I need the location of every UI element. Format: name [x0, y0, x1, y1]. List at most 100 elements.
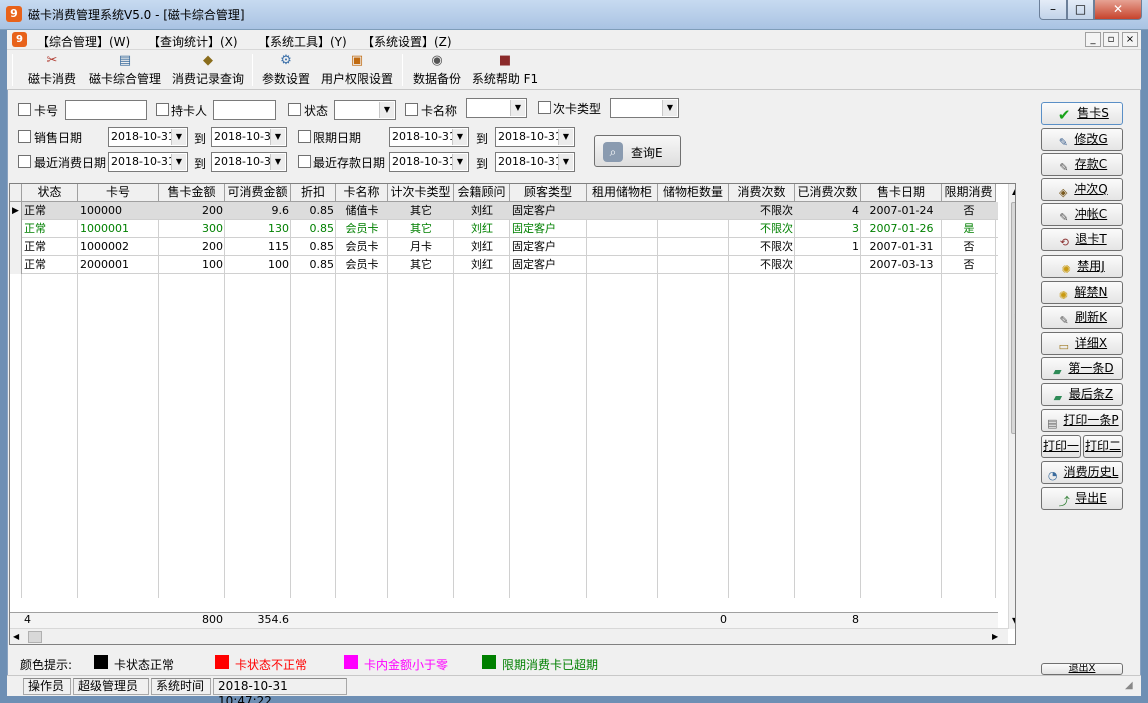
status-checkbox[interactable]	[288, 103, 301, 116]
side-button-deposit-2[interactable]: ✎ 存款C	[1041, 153, 1123, 176]
menu-general[interactable]: 【综合管理】(W)	[37, 33, 130, 50]
side-button-edit-1[interactable]: ✎ 修改G	[1041, 128, 1123, 151]
current-row-arrow-icon[interactable]: ▶	[10, 202, 22, 220]
row-indicator[interactable]	[10, 256, 22, 274]
column-header[interactable]: 可消费金额	[225, 184, 291, 202]
side-button-last-11[interactable]: ▰ 最后条Z	[1041, 383, 1123, 406]
column-header[interactable]: 计次卡类型	[388, 184, 454, 202]
column-header[interactable]: 折扣	[291, 184, 336, 202]
mdi-restore-button[interactable]: ▫	[1103, 32, 1119, 47]
column-header[interactable]: 卡名称	[336, 184, 388, 202]
side-button-check-0[interactable]: ✔ 售卡S	[1041, 102, 1123, 125]
toolbar-help-button[interactable]: ■ 系统帮助 F1	[469, 50, 541, 90]
close-window-button[interactable]: ✕	[1094, 0, 1142, 20]
last-deposit-date-from[interactable]: 2018-10-31 ▼	[389, 152, 469, 172]
menu-system-tools[interactable]: 【系统工具】(Y)	[258, 33, 347, 50]
legend-label: 卡状态不正常	[235, 658, 308, 672]
last-consume-date-to[interactable]: 2018-10-31 ▼	[211, 152, 287, 172]
toolbar-settings-button[interactable]: ⚙ 参数设置	[258, 50, 314, 90]
side-button-refresh-8[interactable]: ✎ 刷新K	[1041, 306, 1123, 329]
toolbar-card-consume-button[interactable]: ✂ 磁卡消费	[23, 50, 81, 90]
toolbar-card-manage-button[interactable]: ▤ 磁卡综合管理	[85, 50, 165, 90]
side-button-first-10[interactable]: ▰ 第一条D	[1041, 357, 1123, 380]
column-header[interactable]: 状态	[22, 184, 78, 202]
side-button-export-16[interactable]: ⤴ 导出E	[1041, 487, 1123, 510]
side-button-history-15[interactable]: ◔ 消费历史L	[1041, 461, 1123, 484]
column-header[interactable]: 卡号	[78, 184, 159, 202]
scroll-thumb[interactable]	[28, 631, 42, 643]
side-button-detail-9[interactable]: ▭ 详细X	[1041, 332, 1123, 355]
window-title: 磁卡消费管理系统V5.0 - [磁卡综合管理]	[28, 8, 245, 22]
side-button-label: 导出E	[1075, 491, 1107, 505]
row-indicator[interactable]	[10, 238, 22, 256]
count-card-type-checkbox[interactable]	[538, 101, 551, 114]
table-cell: 不限次	[760, 240, 793, 253]
sale-date-checkbox[interactable]	[18, 130, 31, 143]
resize-grip-icon[interactable]: ◢	[1125, 680, 1133, 691]
side-button-refund-5[interactable]: ⟲ 退卡T	[1041, 228, 1123, 251]
mdi-minimize-button[interactable]: _	[1085, 32, 1101, 47]
side-button-printer-12[interactable]: ▤ 打印一条P	[1041, 409, 1123, 432]
side-button-lightbulb-6[interactable]: ✺ 禁用J	[1041, 255, 1123, 278]
toolbar-record-query-button[interactable]: ◆ 消费记录查询	[169, 50, 247, 90]
card-name-checkbox[interactable]	[405, 103, 418, 116]
refund-icon: ⟲	[1059, 236, 1069, 249]
title-bar[interactable]: 9 磁卡消费管理系统V5.0 - [磁卡综合管理] – □ ✕	[0, 0, 1148, 30]
column-header[interactable]: 顾客类型	[510, 184, 587, 202]
last-deposit-date-to[interactable]: 2018-10-31 ▼	[495, 152, 575, 172]
menu-system-settings[interactable]: 【系统设置】(Z)	[362, 33, 452, 50]
row-indicator[interactable]	[10, 220, 22, 238]
column-header[interactable]: 售卡日期	[861, 184, 942, 202]
scroll-right-icon[interactable]: ▶	[992, 632, 998, 641]
count-card-type-select[interactable]: ▼	[610, 98, 679, 118]
side-button-print-13[interactable]: 打印一	[1041, 435, 1081, 458]
date-value: 2018-10-31	[392, 155, 456, 168]
card-no-input[interactable]	[65, 100, 147, 120]
mdi-close-button[interactable]: ×	[1122, 32, 1138, 47]
record-query-icon: ◆	[203, 53, 213, 68]
column-header[interactable]: 会籍顾问	[454, 184, 510, 202]
expire-date-checkbox[interactable]	[298, 130, 311, 143]
side-button-exit-17[interactable]: 退出X	[1041, 663, 1123, 675]
table-cell: 会员卡	[345, 222, 379, 235]
table-cell: 刘红	[471, 222, 493, 235]
column-header[interactable]: 储物柜数量	[658, 184, 729, 202]
card-no-checkbox[interactable]	[18, 103, 31, 116]
sale-date-to[interactable]: 2018-10-31 ▼	[211, 127, 287, 147]
card-table[interactable]: 状态 卡号 售卡金额 可消费金额 折扣 卡名称 计次卡类型 会籍顾问 顾客类型 租用储物柜 储物柜数…	[9, 183, 1016, 645]
table-cell: 储值卡	[345, 204, 379, 217]
query-button[interactable]: ⌕ 查询E	[594, 135, 681, 167]
toolbar-backup-button[interactable]: ◉ 数据备份	[409, 50, 465, 90]
minimize-window-button[interactable]: –	[1039, 0, 1067, 20]
last-consume-date-checkbox[interactable]	[18, 155, 31, 168]
scroll-down-icon[interactable]: ▼	[1012, 616, 1015, 625]
maximize-window-button[interactable]: □	[1067, 0, 1094, 20]
column-header[interactable]: 已消费次数	[795, 184, 861, 202]
scroll-left-icon[interactable]: ◀	[13, 632, 19, 641]
last-consume-date-from[interactable]: 2018-10-31 ▼	[108, 152, 188, 172]
side-button-reverse-4[interactable]: ✎ 冲帐C	[1041, 203, 1123, 226]
column-header[interactable]: 租用储物柜	[587, 184, 658, 202]
vertical-scrollbar[interactable]: ▲ ≡ ▼	[1008, 184, 1015, 629]
column-header[interactable]: 消费次数	[729, 184, 795, 202]
status-select[interactable]: ▼	[334, 100, 396, 120]
last-deposit-date-checkbox[interactable]	[298, 155, 311, 168]
card-name-select[interactable]: ▼	[466, 98, 527, 118]
toolbar-permission-button[interactable]: ▣ 用户权限设置	[318, 50, 396, 90]
sale-date-from[interactable]: 2018-10-31 ▼	[108, 127, 188, 147]
column-header[interactable]: 限期消费	[942, 184, 996, 202]
chevron-down-icon: ▼	[452, 154, 467, 170]
column-header[interactable]: 售卡金额	[159, 184, 225, 202]
chevron-down-icon: ▼	[558, 129, 573, 145]
legend-label: 卡状态正常	[114, 658, 175, 672]
side-button-print-14[interactable]: 打印二	[1083, 435, 1123, 458]
side-button-recharge-count-3[interactable]: ◈ 冲次Q	[1041, 178, 1123, 201]
expire-date-from[interactable]: 2018-10-31 ▼	[389, 127, 469, 147]
horizontal-scrollbar[interactable]: ◀ ▶	[10, 628, 1008, 644]
expire-date-to[interactable]: 2018-10-31 ▼	[495, 127, 575, 147]
menu-query-stats[interactable]: 【查询统计】(X)	[148, 33, 238, 50]
holder-input[interactable]	[213, 100, 276, 120]
side-button-lightbulb-7[interactable]: ✺ 解禁N	[1041, 281, 1123, 304]
holder-checkbox[interactable]	[156, 103, 169, 116]
scroll-up-icon[interactable]: ▲	[1012, 187, 1015, 196]
